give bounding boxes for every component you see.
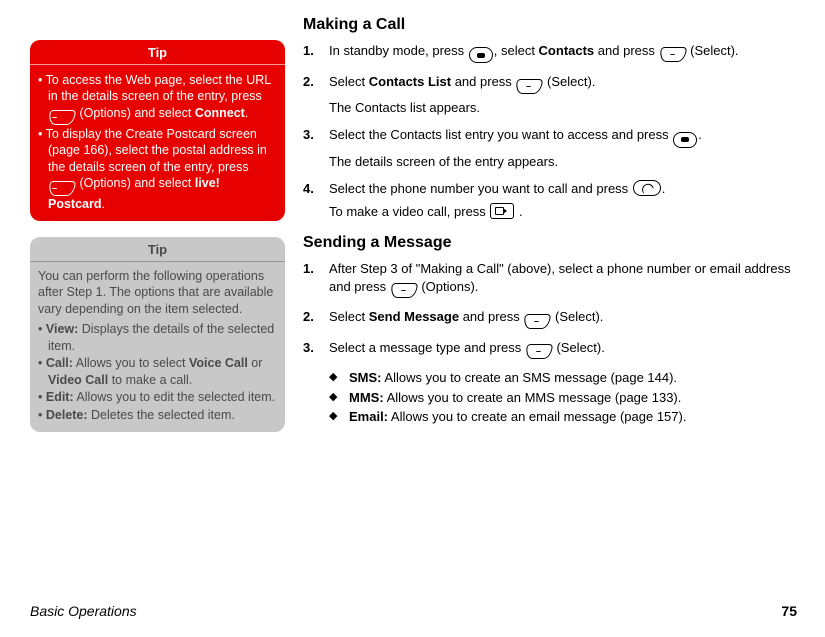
list-item: SMS: Allows you to create an SMS message… [329,369,797,387]
step: In standby mode, press , select Contacts… [303,42,797,64]
call-key-icon [633,180,661,196]
page-number: 75 [781,602,797,621]
steps-making-a-call: In standby mode, press , select Contacts… [303,42,797,221]
tip-item: Edit: Allows you to edit the selected it… [38,389,277,406]
tip-intro: You can perform the following operations… [38,268,277,318]
page-footer: Basic Operations 75 [30,602,797,621]
step: After Step 3 of "Making a Call" (above),… [303,260,797,298]
softkey-icon: – [48,110,76,125]
step-sub: The details screen of the entry appears. [329,153,797,171]
tip-item: Delete: Deletes the selected item. [38,407,277,424]
softkey-icon: – [515,79,543,94]
softkey-icon: – [390,283,418,298]
step: Select the phone number you want to call… [303,180,797,220]
tip-header: Tip [30,40,285,65]
tip-box-gray: Tip You can perform the following operat… [30,237,285,432]
step: Select the Contacts list entry you want … [303,126,797,170]
heading-sending-a-message: Sending a Message [303,232,797,254]
softkey-icon: – [523,314,551,329]
softkey-icon: – [525,344,553,359]
tip-body: You can perform the following operations… [30,262,285,433]
main-content: Making a Call In standby mode, press , s… [303,14,797,448]
step-sub: The Contacts list appears. [329,99,797,117]
center-key-icon [469,47,493,63]
softkey-icon: – [48,181,76,196]
tip-box-red: Tip To access the Web page, select the U… [30,40,285,221]
message-type-list: SMS: Allows you to create an SMS message… [303,369,797,426]
tip-item: View: Displays the details of the select… [38,321,277,354]
video-key-icon [490,203,514,219]
steps-sending-a-message: After Step 3 of "Making a Call" (above),… [303,260,797,359]
footer-section: Basic Operations [30,602,137,621]
page-body: Tip To access the Web page, select the U… [0,0,825,448]
step: Select a message type and press – (Selec… [303,339,797,360]
tip-item: To access the Web page, select the URL i… [38,72,277,125]
tip-header: Tip [30,237,285,262]
sidebar: Tip To access the Web page, select the U… [30,14,285,448]
step-sub: To make a video call, press . [329,203,797,221]
step: Select Send Message and press – (Select)… [303,308,797,329]
tip-item: Call: Allows you to select Voice Call or… [38,355,277,388]
list-item: Email: Allows you to create an email mes… [329,408,797,426]
softkey-icon: – [658,47,686,62]
center-key-icon [673,132,697,148]
tip-item: To display the Create Postcard screen (p… [38,126,277,212]
heading-making-a-call: Making a Call [303,14,797,36]
step: Select Contacts List and press – (Select… [303,73,797,116]
tip-body: To access the Web page, select the URL i… [30,65,285,222]
list-item: MMS: Allows you to create an MMS message… [329,389,797,407]
